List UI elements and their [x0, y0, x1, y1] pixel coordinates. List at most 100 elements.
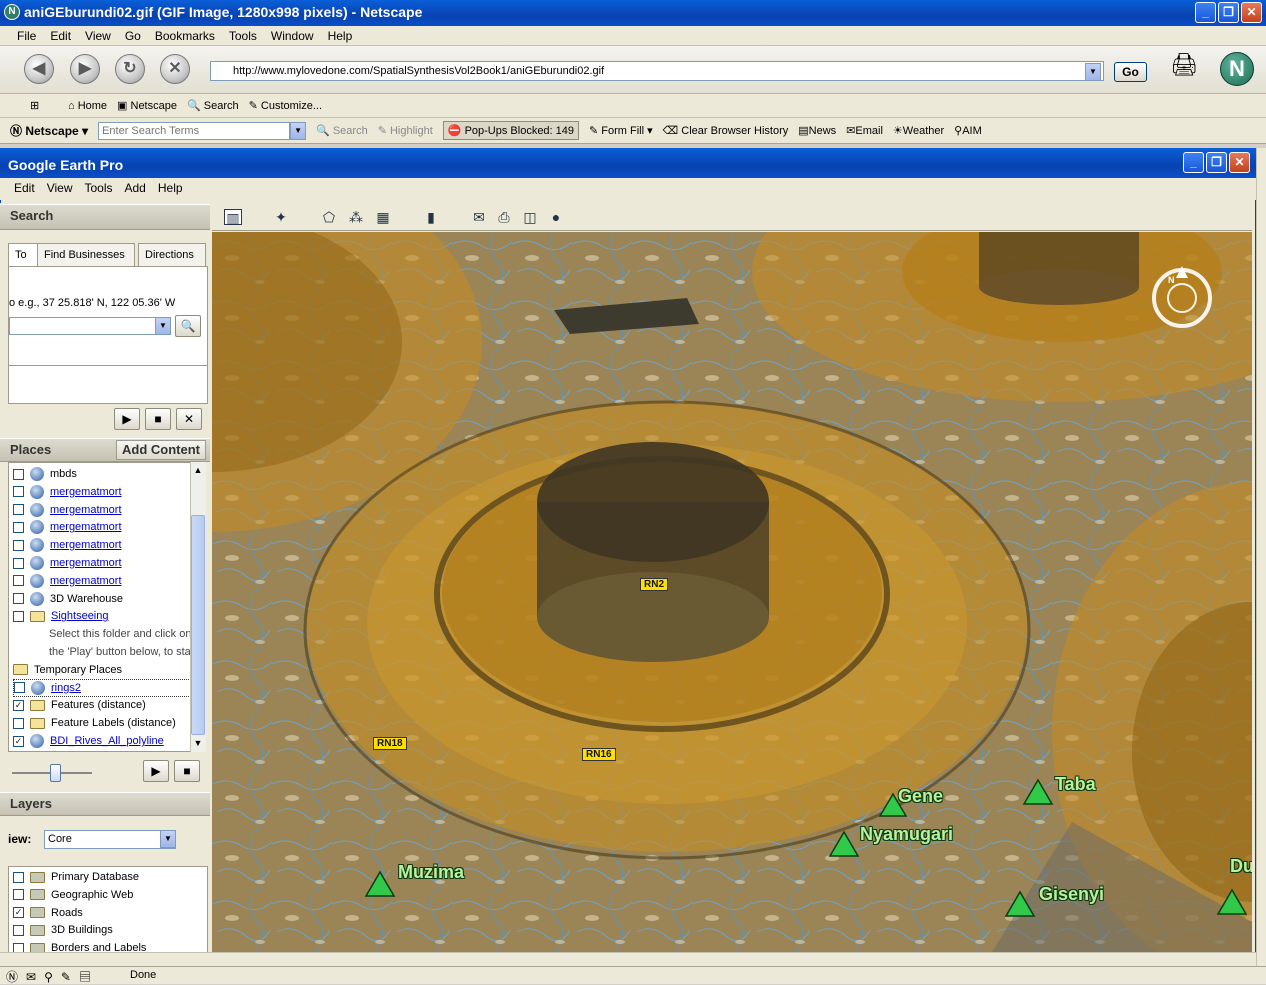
- layer-item-checkbox[interactable]: ✓: [13, 907, 24, 919]
- places-item[interactable]: mergematmort: [13, 572, 122, 590]
- menu-go[interactable]: Go: [118, 29, 148, 45]
- places-item-checkbox[interactable]: [13, 539, 24, 551]
- places-item[interactable]: rings2: [13, 678, 191, 697]
- clear-history-button[interactable]: ⌫ Clear Browser History: [663, 124, 789, 137]
- netscape-throbber-icon[interactable]: N: [1220, 52, 1254, 86]
- places-item[interactable]: mergematmort: [13, 518, 122, 536]
- places-item[interactable]: mbds: [13, 465, 77, 483]
- popups-blocked-button[interactable]: ⛔ Pop-Ups Blocked: 149: [442, 121, 580, 140]
- tour-speed-slider[interactable]: [50, 764, 61, 782]
- places-item-checkbox[interactable]: [13, 521, 24, 533]
- highlight-button[interactable]: ✎ Highlight: [378, 124, 433, 137]
- menu-file[interactable]: File: [10, 29, 43, 45]
- email-button[interactable]: ✉Email: [846, 124, 883, 137]
- menu-view[interactable]: View: [78, 29, 118, 45]
- tab-fly-to[interactable]: To: [8, 243, 38, 267]
- scroll-down-icon[interactable]: ▼: [191, 738, 205, 752]
- browser-vertical-scrollbar[interactable]: [1256, 148, 1266, 966]
- town-label-nyamugari[interactable]: Nyamugari: [860, 824, 953, 845]
- places-stop-button[interactable]: ■: [174, 760, 200, 782]
- places-item[interactable]: mergematmort: [13, 483, 122, 501]
- menu-edit[interactable]: Edit: [43, 29, 78, 45]
- town-label-du[interactable]: Du: [1230, 856, 1252, 877]
- places-item[interactable]: mergematmort: [13, 536, 122, 554]
- ruler-icon[interactable]: ▮: [422, 209, 440, 225]
- layer-item[interactable]: ✓ Roads: [13, 904, 83, 922]
- places-item[interactable]: mergematmort: [13, 501, 122, 519]
- fly-to-search-button[interactable]: 🔍: [175, 315, 201, 337]
- menu-help[interactable]: Help: [321, 29, 360, 45]
- print-icon[interactable]: 🖨: [1170, 52, 1198, 78]
- tab-find-businesses[interactable]: Find Businesses: [37, 243, 135, 267]
- stop-icon[interactable]: ✕: [160, 54, 190, 84]
- places-item-checkbox[interactable]: [13, 610, 24, 622]
- url-dropdown-icon[interactable]: ▼: [1085, 63, 1101, 81]
- earth-3d-view[interactable]: N RN2 RN18 RN16 Gene Taba Nyamugari Muzi…: [212, 232, 1252, 952]
- close-button[interactable]: ✕: [1241, 2, 1262, 23]
- ge-close-button[interactable]: ✕: [1229, 152, 1250, 173]
- aim-button[interactable]: ⚲AIM: [954, 124, 982, 137]
- menu-tools[interactable]: Tools: [222, 29, 264, 45]
- scroll-up-icon[interactable]: ▲: [191, 465, 205, 479]
- ge-maximize-button[interactable]: ❐: [1206, 152, 1227, 173]
- go-button[interactable]: Go: [1114, 62, 1147, 82]
- search-link[interactable]: 🔍 Search: [187, 99, 239, 112]
- form-fill-button[interactable]: ✎ Form Fill ▾: [589, 124, 653, 137]
- url-input[interactable]: http://www.mylovedone.com/SpatialSynthes…: [210, 61, 1104, 81]
- clear-search-button[interactable]: ✕: [176, 408, 202, 430]
- print-icon[interactable]: ⎙: [495, 209, 513, 225]
- fly-to-dropdown-icon[interactable]: ▼: [155, 317, 171, 335]
- search-terms-input[interactable]: [98, 121, 291, 140]
- tour-stop-button[interactable]: ■: [145, 408, 171, 430]
- weather-button[interactable]: ☀Weather: [893, 124, 944, 137]
- layer-view-select[interactable]: Core: [44, 830, 176, 849]
- places-item[interactable]: Feature Labels (distance): [13, 714, 176, 732]
- places-item[interactable]: 3D Warehouse: [13, 590, 123, 608]
- places-item[interactable]: Select this folder and click on: [49, 625, 191, 643]
- places-item[interactable]: ✓ BDI_Rives_All_polyline: [13, 732, 164, 750]
- forward-icon[interactable]: ▶: [70, 54, 100, 84]
- ge-menu-edit[interactable]: Edit: [8, 181, 41, 200]
- ge-menu-tools[interactable]: Tools: [78, 181, 118, 200]
- places-item-checkbox[interactable]: ✓: [13, 699, 24, 711]
- reload-icon[interactable]: ↻: [115, 54, 145, 84]
- fly-to-input[interactable]: [9, 317, 171, 335]
- path-icon[interactable]: ⁂: [347, 209, 365, 225]
- places-scroll-thumb[interactable]: [191, 515, 205, 735]
- netscape-status-icon[interactable]: Ⓝ: [6, 970, 26, 984]
- minimize-button[interactable]: _: [1195, 2, 1216, 23]
- places-item-checkbox[interactable]: ✓: [13, 735, 24, 747]
- search-button[interactable]: 🔍 Search: [316, 124, 368, 137]
- menu-bookmarks[interactable]: Bookmarks: [148, 29, 222, 45]
- tab-directions[interactable]: Directions: [138, 243, 206, 267]
- sidebar-toggle-icon[interactable]: ⊞: [30, 99, 39, 112]
- sidebar-toggle-icon[interactable]: ▥: [224, 209, 242, 226]
- ge-menu-add[interactable]: Add: [119, 181, 152, 200]
- netscape-search-brand[interactable]: Ⓝ Netscape ▾: [10, 122, 88, 139]
- back-icon[interactable]: ◀: [24, 54, 54, 84]
- town-label-gisenyi[interactable]: Gisenyi: [1039, 884, 1104, 905]
- places-item-checkbox[interactable]: [13, 575, 24, 587]
- places-item-checkbox[interactable]: [13, 468, 24, 480]
- layers-panel-header[interactable]: Layers: [0, 792, 210, 816]
- places-item[interactable]: ✓Features: [13, 750, 94, 751]
- places-title[interactable]: Places: [10, 442, 51, 457]
- ge-minimize-button[interactable]: _: [1183, 152, 1204, 173]
- layer-item-checkbox[interactable]: [13, 871, 24, 883]
- layer-view-dropdown-icon[interactable]: ▼: [160, 830, 176, 848]
- browser-horizontal-scrollbar[interactable]: [0, 952, 1256, 966]
- home-link[interactable]: ⌂ Home: [68, 100, 107, 112]
- layer-item[interactable]: 3D Buildings: [13, 921, 113, 939]
- layer-item[interactable]: Primary Database: [13, 868, 139, 886]
- places-item[interactable]: mergematmort: [13, 554, 122, 572]
- composer-status-icon[interactable]: ✎: [61, 970, 79, 984]
- layer-item[interactable]: Geographic Web: [13, 886, 133, 904]
- ge-menu-view[interactable]: View: [41, 181, 79, 200]
- maximize-button[interactable]: ❐: [1218, 2, 1239, 23]
- layer-item-checkbox[interactable]: [13, 924, 24, 936]
- add-content-button[interactable]: Add Content: [116, 440, 206, 460]
- places-item[interactable]: Sightseeing: [13, 607, 109, 625]
- places-item[interactable]: the 'Play' button below, to sta: [49, 643, 191, 661]
- email-icon[interactable]: ✉: [470, 209, 488, 225]
- places-item-checkbox[interactable]: [14, 682, 25, 694]
